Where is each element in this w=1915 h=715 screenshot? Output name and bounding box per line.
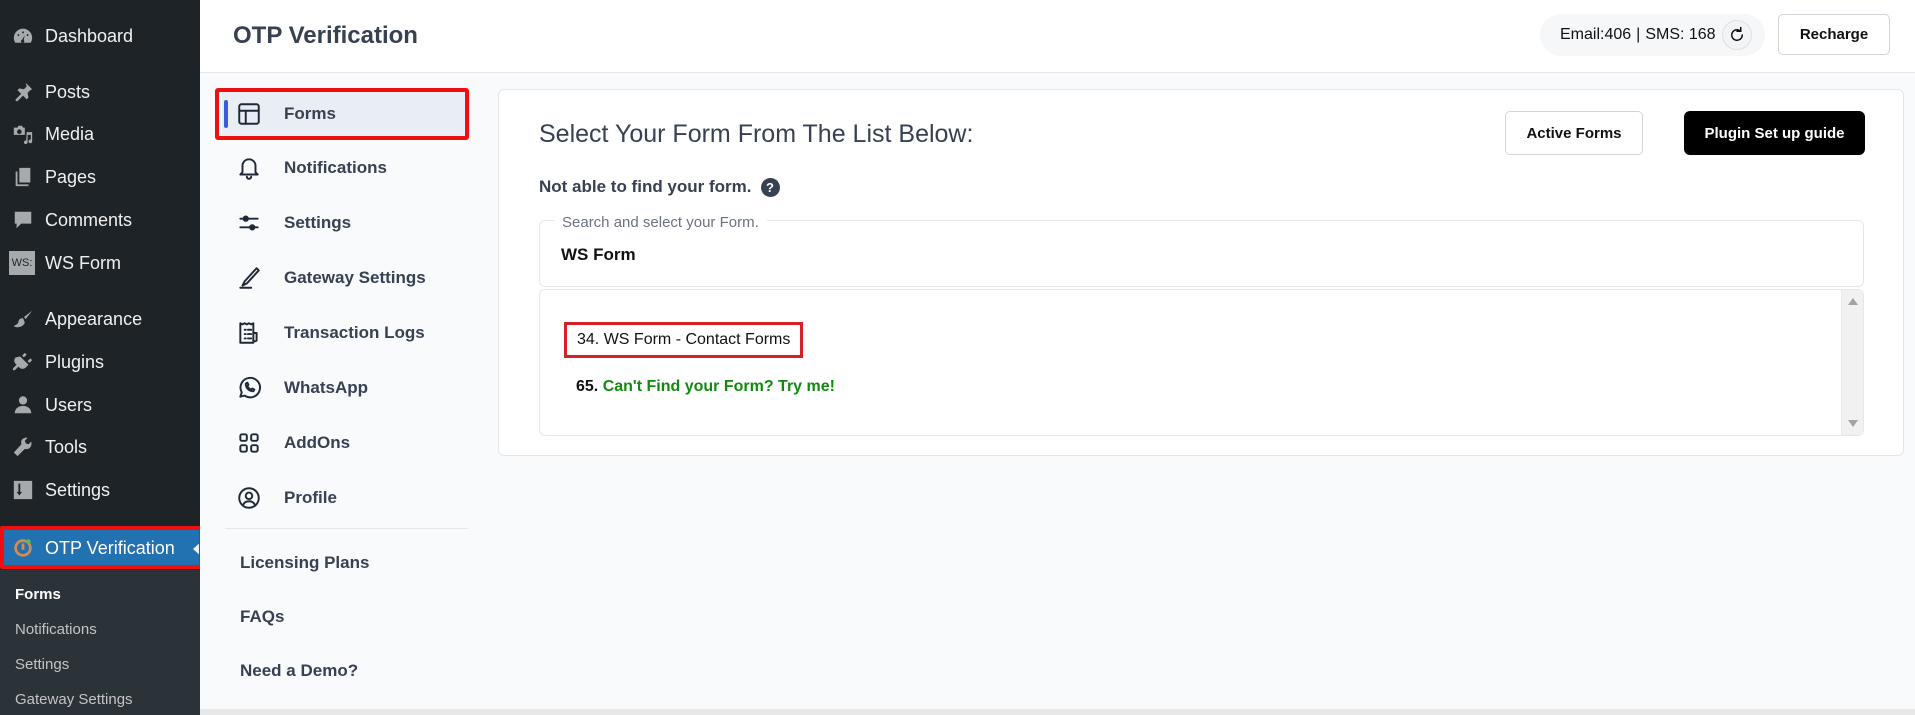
wp-menu-media[interactable]: Media [0, 116, 200, 152]
wrench-icon [11, 435, 35, 459]
help-text: Not able to find your form. [539, 177, 752, 196]
grid-icon [234, 428, 264, 458]
forms-layout-icon [234, 99, 264, 129]
help-text-row: Not able to find your form. ? [539, 177, 780, 197]
receipt-icon [234, 318, 264, 348]
nav-item-gateway-settings[interactable]: Gateway Settings [222, 254, 470, 302]
whatsapp-icon [234, 373, 264, 403]
wp-menu-label: WS Form [45, 252, 121, 273]
search-value: WS Form [561, 245, 636, 264]
form-option-ws-form-contact[interactable]: 34. WS Form - Contact Forms [564, 322, 804, 358]
wp-menu-label: Pages [45, 166, 97, 187]
nav-item-label: Settings [284, 213, 352, 232]
media-icon [11, 122, 35, 146]
nav-item-notifications[interactable]: Notifications [222, 144, 470, 192]
sliders-icon [234, 208, 264, 238]
email-balance: Email:406 [1560, 26, 1632, 43]
nav-item-label: WhatsApp [284, 378, 369, 397]
plugin-setup-guide-button[interactable]: Plugin Set up guide [1684, 111, 1865, 155]
plug-icon [11, 350, 35, 374]
balance-separator: | [1636, 26, 1641, 43]
wp-menu-posts[interactable]: Posts [0, 74, 200, 110]
wp-menu-appearance[interactable]: Appearance [0, 301, 200, 337]
need-a-demo-link[interactable]: Need a Demo? [240, 661, 358, 681]
wp-menu-label: Appearance [45, 308, 143, 329]
nav-item-label: Forms [284, 104, 336, 123]
wp-submenu: Forms Notifications Settings Gateway Set… [0, 570, 200, 715]
wp-menu-pages[interactable]: Pages [0, 159, 200, 195]
refresh-icon [1730, 26, 1743, 41]
refresh-balance-button[interactable] [1721, 20, 1752, 50]
licensing-plans-link[interactable]: Licensing Plans [240, 553, 369, 573]
form-selection-card: Select Your Form From The List Below: Ac… [498, 89, 1904, 456]
wp-menu-comments[interactable]: Comments [0, 202, 200, 238]
wp-menu-label: Comments [45, 209, 133, 230]
nav-item-addons[interactable]: AddOns [222, 419, 470, 467]
bell-icon [234, 153, 264, 183]
nav-item-forms[interactable]: Forms [222, 90, 470, 138]
profile-icon [234, 483, 264, 513]
card-title: Select Your Form From The List Below: [539, 120, 974, 148]
nav-item-whatsapp[interactable]: WhatsApp [222, 364, 470, 412]
search-label: Search and select your Form. [554, 214, 767, 231]
wp-menu-label: Plugins [45, 351, 105, 372]
wp-submenu-settings[interactable]: Settings [15, 656, 69, 673]
option-label: Can't Find your Form? Try me! [602, 378, 835, 395]
horizontal-scrollbar[interactable] [200, 709, 1915, 715]
wp-menu-label: Users [45, 394, 93, 415]
page-title: OTP Verification [233, 22, 418, 49]
wp-submenu-notifications[interactable]: Notifications [15, 621, 97, 638]
wp-menu-settings[interactable]: Settings [0, 472, 200, 508]
wp-menu-label: Posts [45, 81, 91, 102]
recharge-button[interactable]: Recharge [1778, 14, 1890, 55]
nav-item-label: Notifications [284, 158, 387, 177]
wp-menu-label: Media [45, 123, 95, 144]
option-label: WS Form - Contact Forms [603, 331, 791, 348]
wp-submenu-forms[interactable]: Forms [15, 586, 61, 603]
nav-item-label: Gateway Settings [284, 268, 426, 287]
sms-balance: SMS: 168 [1645, 26, 1716, 43]
page-header: OTP Verification Email:406 | SMS: 168 Re… [200, 0, 1915, 73]
wp-menu-ws-form[interactable]: WS: WS Form [0, 245, 200, 281]
nav-item-settings[interactable]: Settings [222, 199, 470, 247]
wp-admin-sidebar: Dashboard Posts Media Pages Comments WS:… [0, 0, 203, 715]
paintbrush-icon [11, 307, 35, 331]
nav-item-transaction-logs[interactable]: Transaction Logs [222, 309, 470, 357]
form-search-input[interactable]: Search and select your Form. WS Form [539, 214, 1864, 287]
wp-menu-dashboard[interactable]: Dashboard [0, 18, 200, 54]
pages-icon [11, 165, 35, 189]
nav-item-label: Profile [284, 488, 337, 507]
settings-sliders-icon [11, 478, 35, 502]
list-scrollbar[interactable] [1841, 290, 1863, 435]
highlight-frame [0, 526, 203, 569]
balance-indicator: Email:406 | SMS: 168 [1540, 14, 1765, 56]
user-icon [11, 393, 35, 417]
nav-item-label: Transaction Logs [284, 323, 425, 342]
nav-divider [225, 528, 468, 529]
pin-icon [11, 80, 35, 104]
nav-item-profile[interactable]: Profile [222, 474, 470, 522]
wp-submenu-gateway-settings[interactable]: Gateway Settings [15, 691, 133, 708]
option-number: 65. [576, 378, 599, 395]
faqs-link[interactable]: FAQs [240, 607, 284, 627]
wp-menu-label: Tools [45, 436, 88, 457]
wp-menu-tools[interactable]: Tools [0, 429, 200, 465]
wp-menu-label: Dashboard [45, 25, 134, 46]
nav-item-label: AddOns [284, 433, 351, 452]
ws-form-icon: WS: [9, 251, 35, 275]
help-icon[interactable]: ? [760, 177, 780, 197]
comment-icon [11, 208, 35, 232]
pen-icon [234, 263, 264, 293]
form-option-cant-find[interactable]: 65. Can't Find your Form? Try me! [576, 378, 835, 396]
form-results-list: 34. WS Form - Contact Forms 65. Can't Fi… [539, 289, 1864, 436]
scroll-down-arrow-icon[interactable] [1848, 420, 1858, 427]
wp-menu-plugins[interactable]: Plugins [0, 344, 200, 380]
dashboard-icon [11, 24, 35, 48]
scroll-up-arrow-icon[interactable] [1848, 298, 1858, 305]
active-forms-button[interactable]: Active Forms [1505, 111, 1643, 155]
wp-menu-label: Settings [45, 479, 111, 500]
wp-menu-users[interactable]: Users [0, 387, 200, 423]
option-number: 34. [577, 331, 600, 348]
